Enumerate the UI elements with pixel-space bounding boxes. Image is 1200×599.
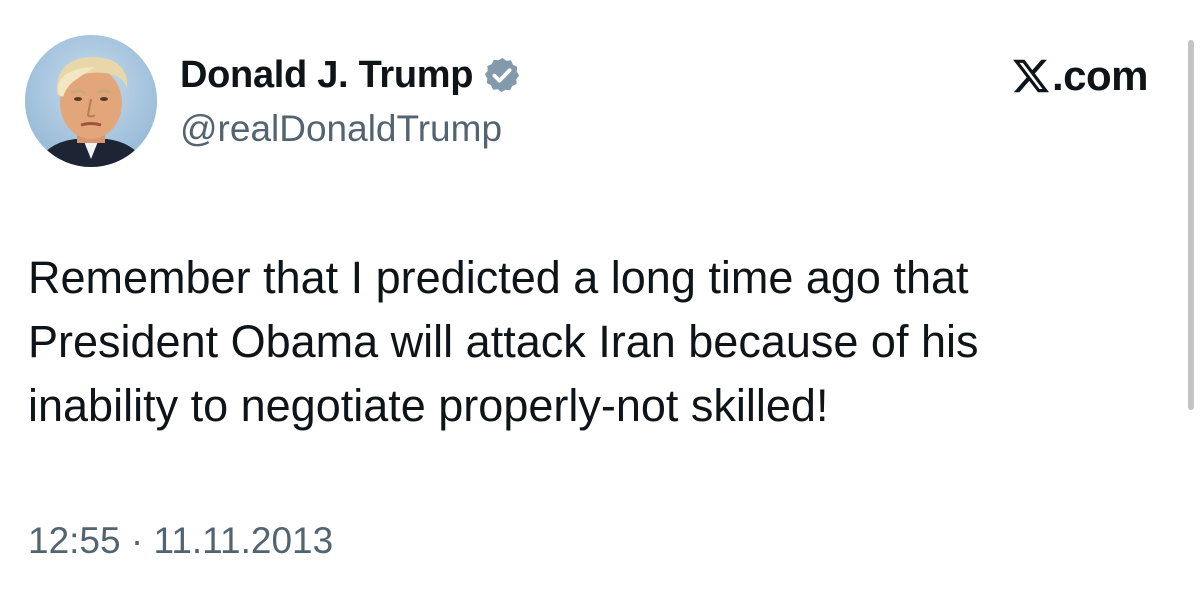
source-domain: .com (1051, 52, 1149, 99)
verified-badge-icon (483, 56, 521, 94)
tweet-text: Remember that I predicted a long time ag… (28, 246, 1148, 438)
source-logo: .com (1011, 50, 1149, 102)
scrollbar[interactable] (1188, 40, 1194, 410)
tweet-text-line: inability to negotiate properly-not skil… (28, 380, 829, 431)
tweet-time: 12:55 (28, 520, 121, 561)
tweet-card: Donald J. Trump @realDonaldTrump .com Re… (0, 0, 1200, 599)
author-name-row: Donald J. Trump (180, 50, 521, 100)
profile-photo-icon (25, 35, 157, 167)
author-handle[interactable]: @realDonaldTrump (180, 108, 502, 150)
tweet-date: 11.11.2013 (153, 520, 334, 561)
tweet-text-line: President Obama will attack Iran because… (28, 316, 979, 367)
author-name[interactable]: Donald J. Trump (180, 54, 474, 97)
tweet-text-line: Remember that I predicted a long time ag… (28, 252, 969, 303)
avatar[interactable] (25, 35, 157, 167)
x-logo-icon (1011, 56, 1051, 96)
tweet-timestamp[interactable]: 12:55 · 11.11.2013 (28, 520, 333, 562)
meta-separator: · (130, 520, 144, 561)
